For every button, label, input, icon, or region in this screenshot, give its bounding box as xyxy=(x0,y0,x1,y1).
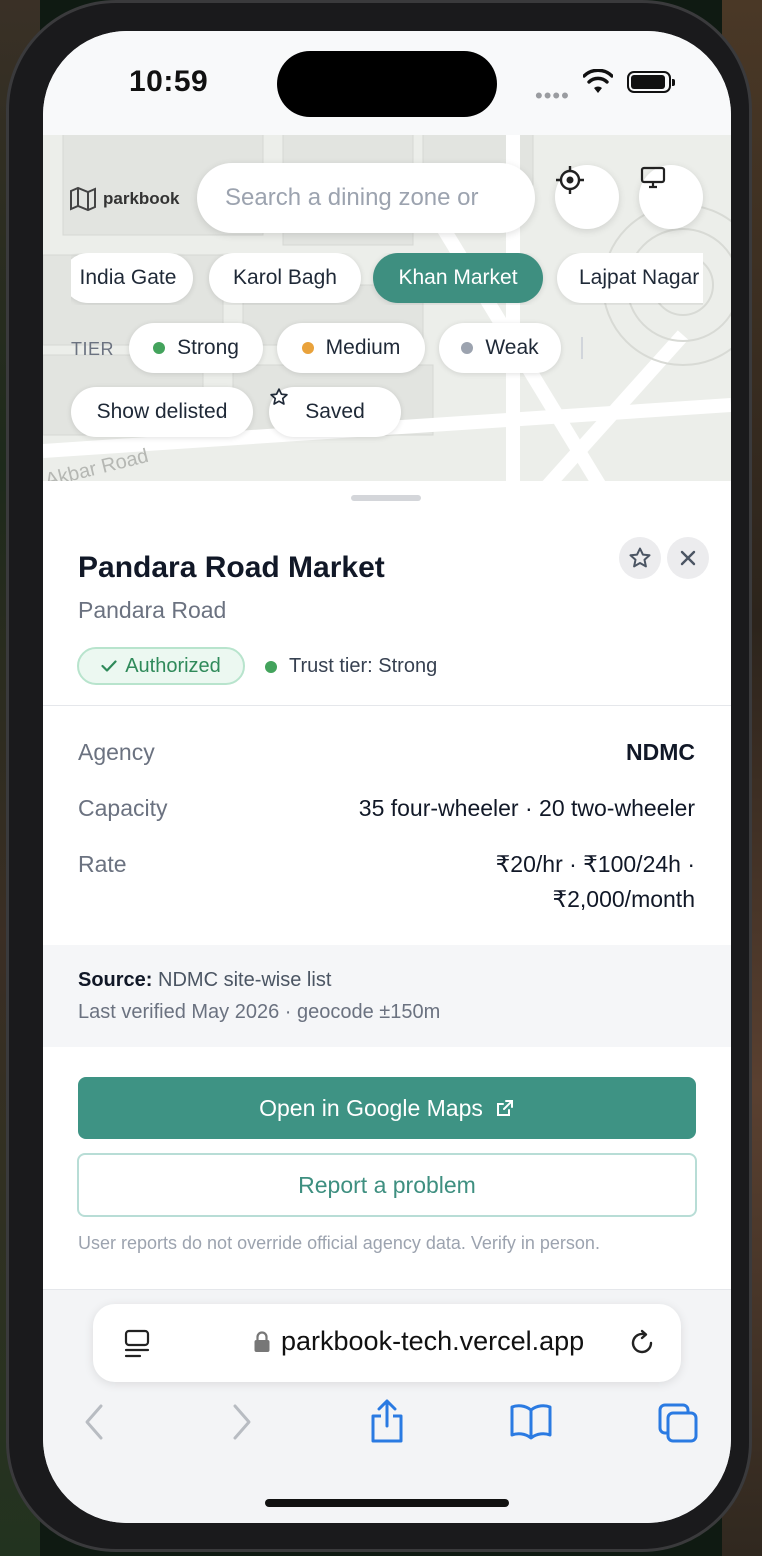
toggle-row: Show delisted Saved xyxy=(71,387,711,439)
zone-chip-lajpat-nagar[interactable]: Lajpat Nagar xyxy=(557,253,703,303)
disclaimer-text: User reports do not override official ag… xyxy=(78,1233,600,1253)
zone-chips: India Gate Karol Bagh Khan Market Lajpat… xyxy=(71,253,703,305)
dynamic-island xyxy=(277,51,497,117)
status-bar: 10:59 •••• xyxy=(43,31,731,135)
agency-value: NDMC xyxy=(626,739,695,765)
phone-frame: 10:59 •••• Akbar Road parkbook Search a … xyxy=(6,0,752,1552)
source-line: Source: NDMC site-wise list xyxy=(78,969,331,992)
tabs-icon xyxy=(658,1403,698,1443)
source-panel: Source: NDMC site-wise list Last verifie… xyxy=(43,945,731,1047)
last-verified: Last verified May 2026 · geocode ±150m xyxy=(78,1001,441,1023)
zone-chip-label: Karol Bagh xyxy=(233,266,337,289)
share-button[interactable] xyxy=(369,1398,405,1449)
battery-icon xyxy=(627,71,675,93)
sheet-grabber[interactable] xyxy=(351,495,421,501)
cellular-signal-icon: •••• xyxy=(535,83,570,108)
report-problem-button[interactable]: Report a problem xyxy=(77,1153,697,1217)
external-link-icon xyxy=(496,1100,513,1116)
chevron-left-icon xyxy=(85,1404,103,1440)
authorized-label: Authorized xyxy=(125,654,221,677)
tier-filter-row: TIER Strong Medium Weak xyxy=(71,323,711,375)
source-label: Source: xyxy=(78,969,153,991)
tier-chip-medium[interactable]: Medium xyxy=(277,323,425,373)
desktop-view-button[interactable] xyxy=(639,165,703,229)
browser-toolbar: parkbook-tech.vercel.app xyxy=(43,1289,731,1523)
place-subtitle: Pandara Road xyxy=(78,597,227,623)
tier-chip-label: Weak xyxy=(485,336,539,359)
source-value: NDMC site-wise list xyxy=(158,969,332,991)
chevron-right-icon xyxy=(233,1404,251,1440)
agency-label: Agency xyxy=(78,739,155,765)
tier-chip-label: Strong xyxy=(177,336,239,359)
place-title: Pandara Road Market xyxy=(78,551,385,584)
tabs-button[interactable] xyxy=(657,1402,699,1449)
star-outline-icon xyxy=(270,388,288,405)
map-view[interactable]: Akbar Road parkbook Search a dining zone… xyxy=(43,135,731,491)
page-menu-icon xyxy=(124,1329,150,1358)
parkbook-logo[interactable]: parkbook xyxy=(69,185,180,213)
tier-chip-strong[interactable]: Strong xyxy=(129,323,263,373)
close-button[interactable] xyxy=(667,537,709,579)
detail-sheet: Pandara Road Market Pandara Road Authori… xyxy=(43,481,731,1323)
zone-chip-label: Khan Market xyxy=(398,266,518,289)
browser-nav xyxy=(43,1399,731,1462)
locate-me-button[interactable] xyxy=(555,165,619,229)
search-input[interactable] xyxy=(197,163,535,233)
back-button[interactable] xyxy=(81,1402,107,1447)
logo-text: parkbook xyxy=(103,189,180,208)
medium-dot-icon xyxy=(301,342,314,354)
forward-button[interactable] xyxy=(229,1402,255,1447)
rate-label: Rate xyxy=(78,851,127,877)
phone-screen: 10:59 •••• Akbar Road parkbook Search a … xyxy=(43,31,731,1523)
zone-chip-karol-bagh[interactable]: Karol Bagh xyxy=(209,253,361,303)
reload-icon[interactable] xyxy=(627,1328,657,1358)
show-delisted-label: Show delisted xyxy=(96,400,228,423)
zone-chip-khan-market[interactable]: Khan Market xyxy=(373,253,543,303)
zone-chip-label: India Gate xyxy=(79,266,177,289)
trust-dot-icon xyxy=(265,660,277,673)
rate-value-line2: ₹2,000/month xyxy=(552,886,695,912)
trust-label: Trust tier: Strong xyxy=(289,655,438,677)
strong-dot-icon xyxy=(153,342,166,354)
zone-chip-india-gate[interactable]: India Gate xyxy=(71,253,193,303)
filter-divider xyxy=(581,337,583,359)
rate-value-line1: ₹20/hr · ₹100/24h · xyxy=(495,851,695,877)
tier-chip-label: Medium xyxy=(325,336,401,359)
tier-label: TIER xyxy=(71,339,115,359)
capacity-value: 35 four-wheeler · 20 two-wheeler xyxy=(358,795,695,821)
logo-map-icon xyxy=(70,186,96,212)
bookmarks-button[interactable] xyxy=(509,1402,553,1445)
trust-tier: Trust tier: Strong xyxy=(265,655,437,678)
saved-filter-button[interactable]: Saved xyxy=(269,387,401,437)
monitor-icon xyxy=(640,166,666,189)
check-icon xyxy=(101,660,117,672)
open-google-maps-button[interactable]: Open in Google Maps xyxy=(78,1077,696,1139)
home-indicator xyxy=(265,1499,509,1507)
divider xyxy=(43,705,731,706)
crosshair-icon xyxy=(556,166,584,194)
open-maps-label: Open in Google Maps xyxy=(259,1094,483,1121)
book-icon xyxy=(510,1404,552,1440)
wifi-icon xyxy=(583,69,613,93)
star-icon xyxy=(629,547,651,568)
weak-dot-icon xyxy=(461,342,474,354)
address-bar[interactable]: parkbook-tech.vercel.app xyxy=(93,1304,681,1382)
authorized-badge: Authorized xyxy=(77,647,245,685)
url-text: parkbook-tech.vercel.app xyxy=(281,1326,585,1356)
zone-chip-label: Lajpat Nagar xyxy=(579,266,700,289)
share-icon xyxy=(371,1399,403,1443)
report-label: Report a problem xyxy=(298,1171,476,1198)
show-delisted-toggle[interactable]: Show delisted xyxy=(71,387,253,437)
saved-label: Saved xyxy=(305,400,365,423)
capacity-label: Capacity xyxy=(78,795,168,821)
status-time: 10:59 xyxy=(129,65,209,98)
save-star-button[interactable] xyxy=(619,537,661,579)
tier-chip-weak[interactable]: Weak xyxy=(439,323,561,373)
close-icon xyxy=(680,550,696,566)
lock-icon xyxy=(254,1331,270,1352)
